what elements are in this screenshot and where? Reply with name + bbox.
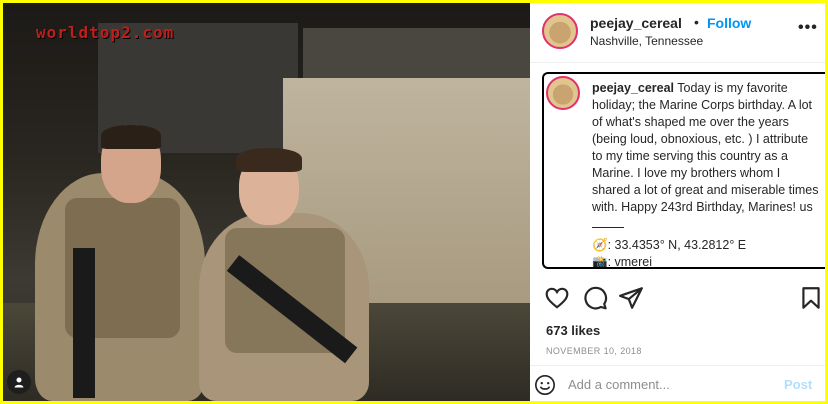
caption-coords-line: 🧭: 33.4353° N, 43.2812° E bbox=[592, 237, 820, 254]
bookmark-icon[interactable] bbox=[798, 285, 824, 311]
caption-section: peejay_cereal Today is my favorite holid… bbox=[542, 72, 825, 269]
comment-bar: Post bbox=[530, 365, 825, 401]
person-tag-icon[interactable] bbox=[7, 370, 31, 394]
separator-dot: • bbox=[694, 14, 699, 30]
username-link[interactable]: peejay_cereal bbox=[590, 15, 682, 31]
caption-coords: : 33.4353° N, 43.2812° E bbox=[607, 238, 747, 252]
more-options-icon[interactable]: ••• bbox=[798, 19, 818, 37]
watermark: worldtop2.com bbox=[36, 23, 175, 42]
camera-icon: 📸 bbox=[592, 255, 608, 269]
post-date[interactable]: NOVEMBER 10, 2018 bbox=[546, 346, 642, 356]
side-panel: peejay_cereal • Follow Nashville, Tennes… bbox=[530, 3, 825, 401]
action-bar bbox=[530, 281, 825, 317]
heart-icon[interactable] bbox=[544, 285, 570, 311]
emoji-icon[interactable] bbox=[534, 374, 556, 396]
post-photo[interactable]: worldtop2.com bbox=[3, 3, 530, 401]
caption-credit: : vmerei bbox=[607, 255, 653, 269]
photo-figure bbox=[73, 248, 95, 398]
caption-username[interactable]: peejay_cereal bbox=[592, 81, 674, 95]
follow-button[interactable]: Follow bbox=[707, 15, 751, 31]
caption: peejay_cereal Today is my favorite holid… bbox=[592, 80, 820, 269]
caption-text: Today is my favorite holiday; the Marine… bbox=[592, 81, 819, 214]
likes-count[interactable]: 673 likes bbox=[546, 323, 600, 338]
caption-credit-line: 📸: vmerei bbox=[592, 254, 820, 269]
location-link[interactable]: Nashville, Tennessee bbox=[590, 34, 703, 48]
post-button[interactable]: Post bbox=[784, 377, 812, 392]
share-icon[interactable] bbox=[618, 285, 644, 311]
photo-figure bbox=[236, 148, 302, 172]
comment-input[interactable] bbox=[568, 372, 768, 396]
comment-icon[interactable] bbox=[582, 285, 608, 311]
post-frame: worldtop2.com peejay_cereal • Follow Nas… bbox=[3, 3, 825, 401]
compass-icon: 🧭 bbox=[592, 238, 608, 252]
caption-divider bbox=[592, 227, 624, 228]
avatar[interactable] bbox=[542, 13, 578, 49]
photo-figure bbox=[101, 125, 161, 149]
post-header: peejay_cereal • Follow Nashville, Tennes… bbox=[530, 3, 825, 63]
avatar[interactable] bbox=[546, 76, 580, 110]
